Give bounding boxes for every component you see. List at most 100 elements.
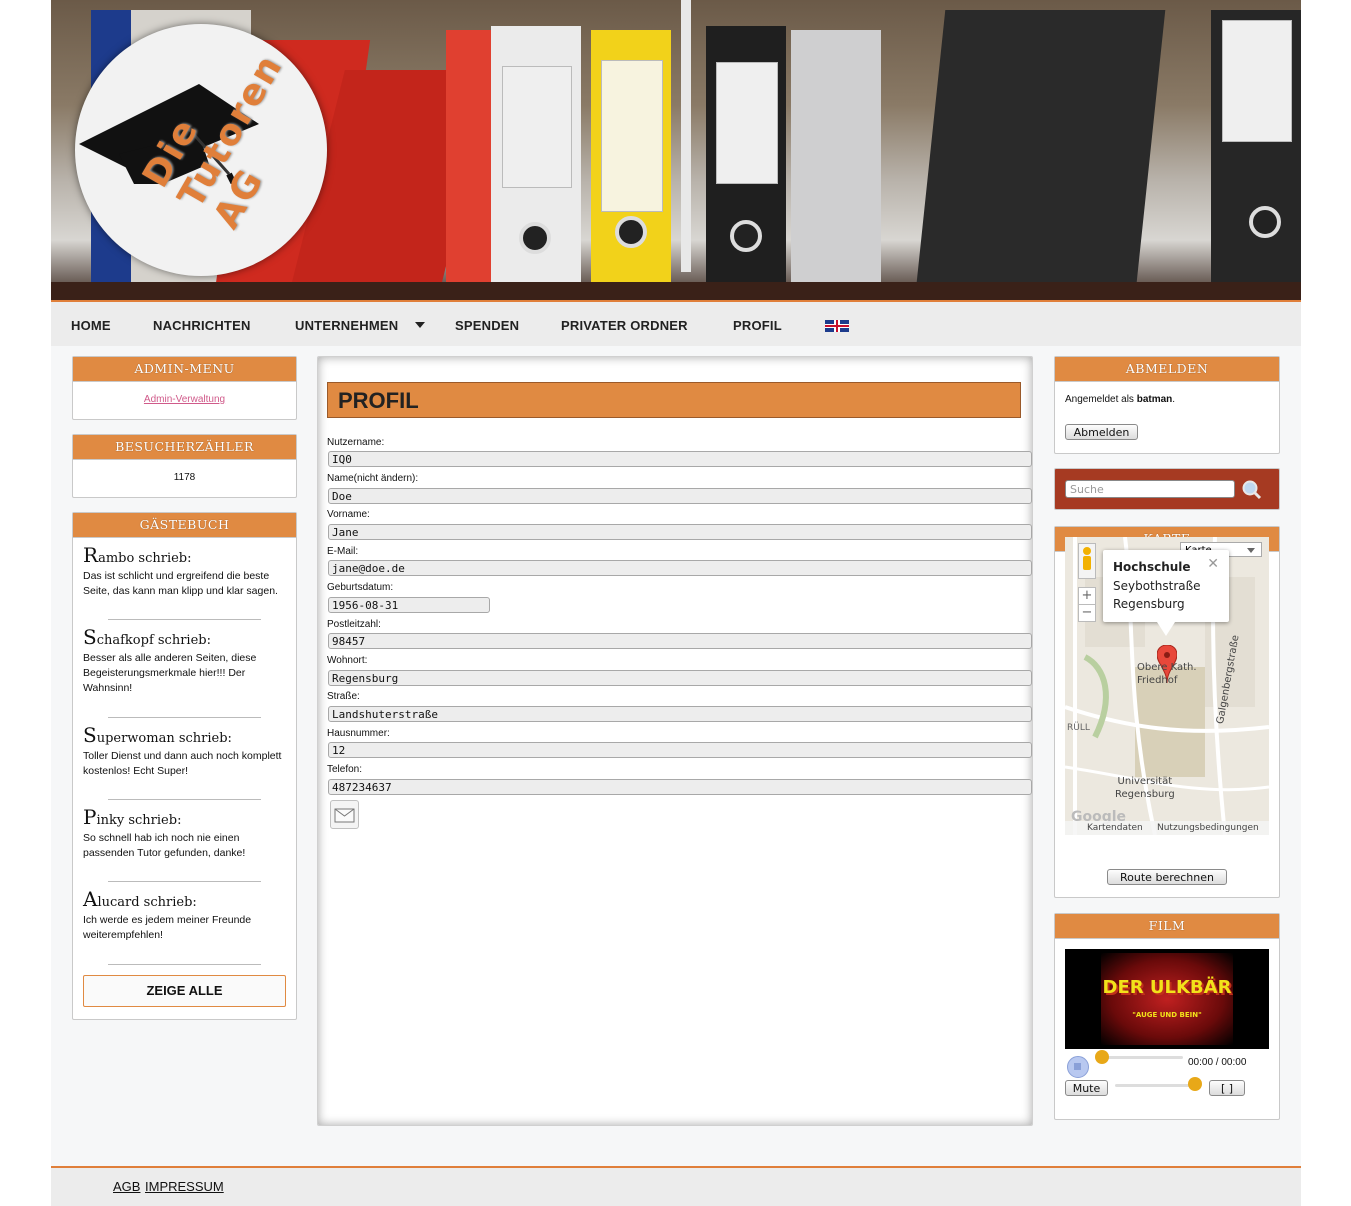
nav-profil[interactable]: PROFIL: [733, 318, 782, 333]
map-terms-link[interactable]: Nutzungsbedingungen: [1157, 821, 1259, 835]
footer-impressum-link[interactable]: IMPRESSUM: [145, 1179, 224, 1194]
zip-field[interactable]: 98457: [328, 633, 1032, 649]
email-label: E-Mail:: [327, 546, 359, 557]
map-footer: Kartendaten Nutzungsbedingungen: [1065, 821, 1269, 835]
page-title: PROFIL: [327, 382, 1021, 418]
film-title: FILM: [1055, 914, 1279, 939]
phone-field[interactable]: 487234637: [328, 779, 1032, 795]
nav-spenden[interactable]: SPENDEN: [455, 318, 519, 333]
map-box: KARTE + − Karte Hoc: [1054, 526, 1280, 898]
housenumber-field[interactable]: 12: [328, 742, 1032, 758]
street-field[interactable]: Landshuterstraße: [328, 706, 1032, 722]
nav-unternehmen[interactable]: UNTERNEHMEN: [295, 318, 398, 333]
username-field[interactable]: IQ0: [328, 451, 1032, 467]
guestbook-author: Rambo schrieb:: [83, 543, 192, 567]
logout-title: ABMELDEN: [1055, 357, 1279, 382]
birthdate-field[interactable]: 1956-08-31: [328, 597, 490, 613]
housenumber-label: Hausnummer:: [327, 728, 390, 739]
uk-flag-icon[interactable]: [825, 320, 849, 332]
binder-black: [1211, 10, 1301, 282]
firstname-field[interactable]: Jane: [328, 524, 1032, 540]
map-label: Universität Regensburg: [1115, 776, 1175, 800]
divider: [108, 799, 261, 800]
shelf: [51, 282, 1301, 300]
search-input[interactable]: Suche: [1065, 480, 1235, 498]
guestbook-entry: Schafkopf schrieb: Besser als alle ander…: [83, 625, 288, 696]
guestbook-title: GÄSTEBUCH: [73, 513, 296, 538]
guestbook-text: Ich werde es jedem meiner Freunde weiter…: [83, 914, 252, 941]
play-button[interactable]: [1067, 1056, 1089, 1078]
admin-verwaltung-link[interactable]: Admin-Verwaltung: [73, 394, 296, 405]
guestbook-author: Pinky schrieb:: [83, 805, 182, 829]
visitor-counter-box: BESUCHERZÄHLER 1178: [72, 434, 297, 498]
divider: [108, 964, 261, 965]
divider: [108, 717, 261, 718]
volume-handle[interactable]: [1188, 1077, 1202, 1091]
visitor-count: 1178: [173, 472, 196, 483]
binder-black: [706, 26, 786, 298]
search-box: Suche: [1054, 468, 1280, 510]
zoom-out-button[interactable]: −: [1078, 604, 1096, 622]
zoom-in-button[interactable]: +: [1078, 587, 1096, 605]
admin-menu-title: ADMIN-MENU: [73, 357, 296, 382]
logout-button[interactable]: Abmelden: [1065, 424, 1138, 440]
google-map[interactable]: + − Karte Hochschule Seybothstraße Regen…: [1065, 537, 1269, 835]
mute-button[interactable]: Mute: [1065, 1080, 1108, 1096]
video-title: DER ULKBÄR: [1102, 977, 1232, 998]
username-label: Nutzername:: [327, 437, 385, 448]
guestbook-entry: Pinky schrieb: So schnell hab ich noch n…: [83, 805, 288, 861]
time-display: 00:00 / 00:00: [1188, 1057, 1247, 1068]
send-mail-button[interactable]: [330, 800, 359, 829]
seek-handle[interactable]: [1095, 1050, 1109, 1064]
seek-bar[interactable]: [1097, 1056, 1183, 1059]
username: batman: [1136, 394, 1173, 405]
map-data-link[interactable]: Kartendaten: [1087, 821, 1143, 835]
guestbook-text: Toller Dienst und dann auch noch komplet…: [83, 750, 282, 777]
map-label: RÜLL: [1067, 723, 1090, 733]
popup-title: Hochschule: [1113, 560, 1191, 574]
admin-menu-box: ADMIN-MENU Admin-Verwaltung: [72, 356, 297, 420]
guestbook-text: Besser als alle anderen Seiten, diese Be…: [83, 652, 257, 694]
volume-bar[interactable]: [1115, 1084, 1195, 1087]
guestbook-entry: Superwoman schrieb: Toller Dienst und da…: [83, 723, 288, 779]
site-logo[interactable]: Die Tutoren AG: [75, 24, 327, 276]
email-field[interactable]: jane@doe.de: [328, 560, 1032, 576]
profile-panel: PROFIL Nutzername: IQ0 Name(nicht ändern…: [317, 356, 1033, 1126]
street-view-pegman-icon[interactable]: [1078, 543, 1096, 579]
guestbook-text: So schnell hab ich noch nie einen passen…: [83, 832, 246, 859]
chevron-down-icon: [1247, 548, 1255, 553]
header-banner: Die Tutoren AG: [51, 0, 1301, 300]
guestbook-author: Alucard schrieb:: [83, 887, 197, 911]
lastname-label: Name(nicht ändern):: [327, 473, 419, 484]
nav-privater-ordner[interactable]: PRIVATER ORDNER: [561, 318, 688, 333]
show-all-button[interactable]: ZEIGE ALLE: [83, 975, 286, 1007]
binder-white: [491, 26, 581, 298]
dropdown-arrow-icon[interactable]: [415, 322, 425, 328]
guestbook-author: Superwoman schrieb:: [83, 723, 232, 747]
video-player[interactable]: DER ULKBÄR "AUGE UND BEIN": [1065, 949, 1269, 1049]
page: Die Tutoren AG HOME NACHRICHTEN UNTERNEH…: [51, 0, 1301, 1206]
video-poster: [1101, 953, 1233, 1045]
map-info-window: Hochschule Seybothstraße Regensburg ✕: [1103, 550, 1229, 636]
main-nav: HOME NACHRICHTEN UNTERNEHMEN SPENDEN PRI…: [51, 302, 1301, 346]
nav-home[interactable]: HOME: [71, 318, 111, 333]
footer-agb-link[interactable]: AGB: [113, 1179, 140, 1194]
film-box: FILM DER ULKBÄR "AUGE UND BEIN" 00:00 / …: [1054, 913, 1280, 1120]
phone-label: Telefon:: [327, 764, 363, 775]
fullscreen-button[interactable]: [ ]: [1209, 1080, 1245, 1096]
close-icon[interactable]: ✕: [1207, 556, 1219, 572]
birthdate-label: Geburtsdatum:: [327, 582, 394, 593]
city-label: Wohnort:: [327, 655, 368, 666]
search-icon[interactable]: [1241, 480, 1263, 500]
route-button[interactable]: Route berechnen: [1107, 869, 1227, 885]
popup-street: Seybothstraße: [1113, 579, 1201, 593]
video-subtitle: "AUGE UND BEIN": [1132, 1011, 1202, 1019]
city-field[interactable]: Regensburg: [328, 670, 1032, 686]
play-icon: [1074, 1063, 1081, 1070]
nav-nachrichten[interactable]: NACHRICHTEN: [153, 318, 251, 333]
logged-in-text: Angemeldet als batman.: [1065, 394, 1176, 405]
popup-pointer: [1157, 622, 1175, 636]
firstname-label: Vorname:: [327, 509, 370, 520]
lastname-field[interactable]: Doe: [328, 488, 1032, 504]
guestbook-text: Das ist schlicht und ergreifend die best…: [83, 570, 278, 597]
